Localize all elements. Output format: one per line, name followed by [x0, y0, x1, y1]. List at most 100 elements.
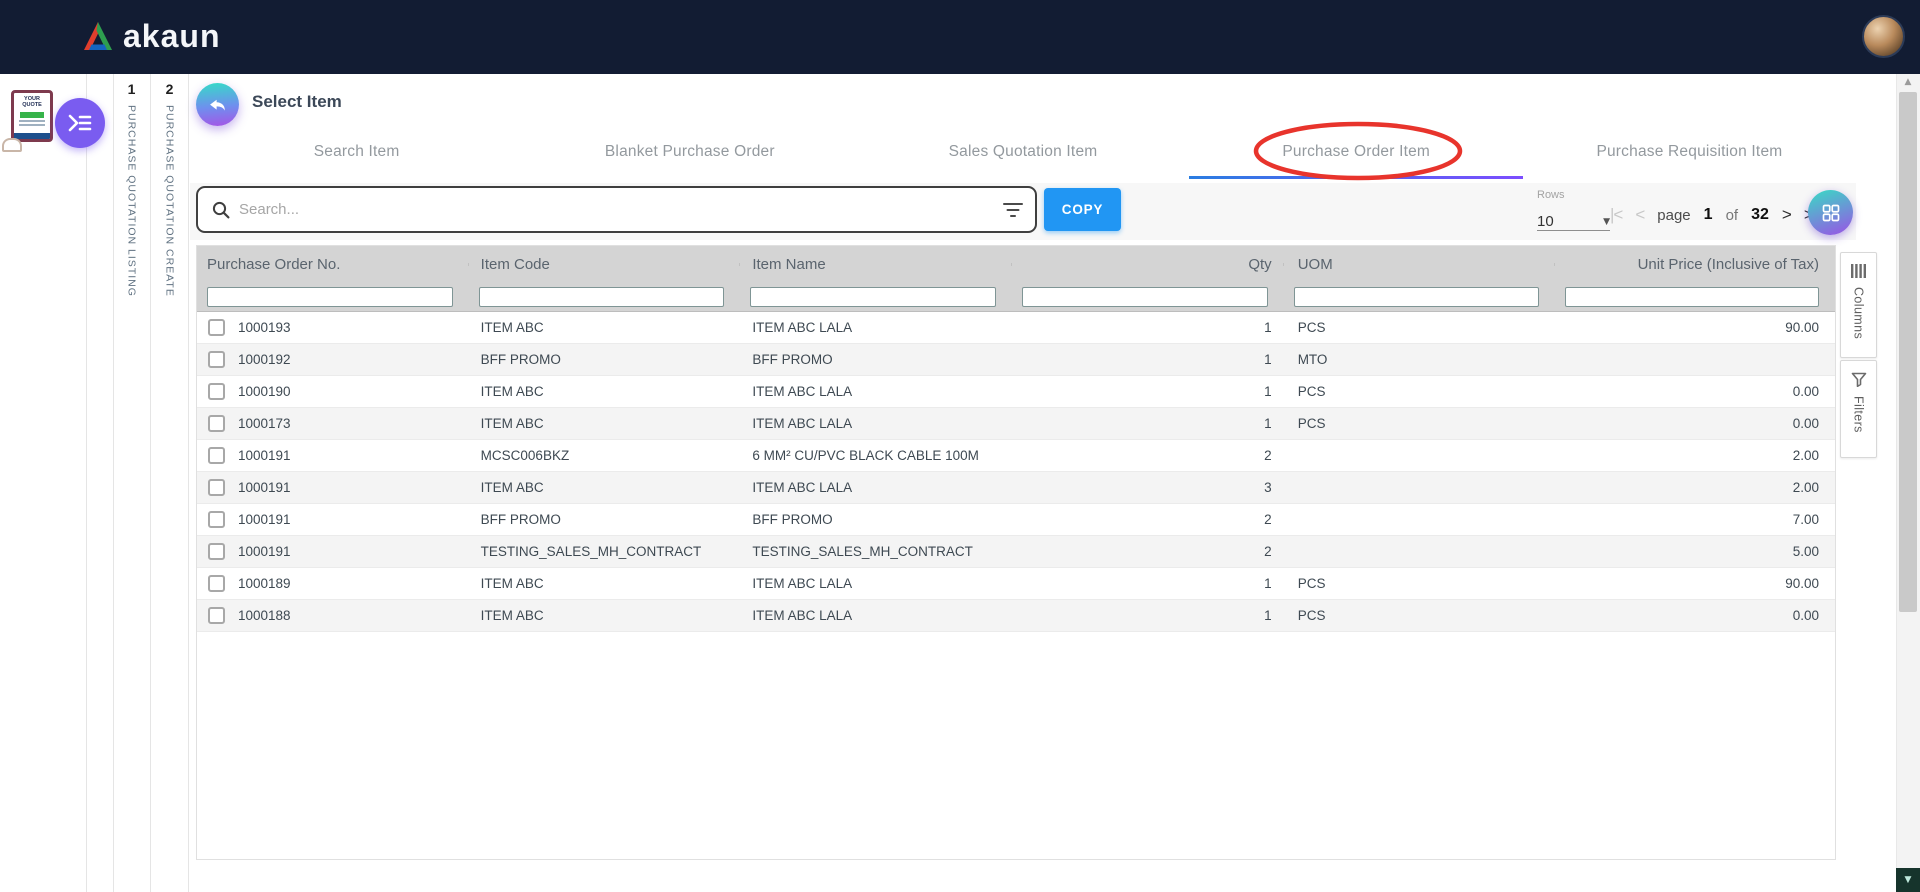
cell-purchase-order-no: 1000188 [197, 607, 469, 624]
item-source-tabs: Search ItemBlanket Purchase OrderSales Q… [190, 128, 1856, 180]
cell-unit-price: 0.00 [1555, 608, 1835, 623]
columns-icon [1851, 264, 1866, 278]
column-header-item-name[interactable]: Item Name [740, 256, 1012, 273]
tab-purchase-requisition-item[interactable]: Purchase Requisition Item [1523, 128, 1856, 180]
quote-green-bar [20, 112, 44, 118]
cell-uom: MTO [1284, 352, 1556, 367]
table-row[interactable]: 1000191 BFF PROMO BFF PROMO 2 7.00 [197, 504, 1835, 536]
user-avatar[interactable] [1862, 15, 1905, 58]
cell-item-code: MCSC006BKZ [469, 448, 741, 463]
table-row[interactable]: 1000190 ITEM ABC ITEM ABC LALA 1 PCS 0.0… [197, 376, 1835, 408]
quote-tablet-graphic: YOUR QUOTE [11, 90, 53, 142]
grid-view-button[interactable] [1808, 190, 1853, 235]
hand-graphic [2, 138, 22, 152]
cell-qty: 1 [1012, 416, 1284, 431]
rows-label: Rows [1537, 189, 1565, 201]
column-header-uom[interactable]: UOM [1284, 256, 1556, 273]
tab-purchase-order-item[interactable]: Purchase Order Item [1190, 128, 1523, 180]
cell-purchase-order-no: 1000191 [197, 447, 469, 464]
tab-sales-quotation-item[interactable]: Sales Quotation Item [856, 128, 1189, 180]
cell-purchase-order-no: 1000192 [197, 351, 469, 368]
column-header-unit-price[interactable]: Unit Price (Inclusive of Tax) [1555, 256, 1835, 273]
vertical-tab-purchase-quotation-create[interactable]: 2 PURCHASE QUOTATION CREATE [151, 74, 188, 892]
row-checkbox[interactable] [208, 511, 225, 528]
cell-item-code: ITEM ABC [469, 320, 741, 335]
tab-search-item[interactable]: Search Item [190, 128, 523, 180]
quote-line [19, 120, 45, 122]
filters-button[interactable]: Filters [1840, 360, 1877, 458]
next-page-button[interactable]: > [1782, 205, 1791, 225]
page-scrollbar-thumb[interactable] [1899, 92, 1917, 612]
table-row[interactable]: 1000173 ITEM ABC ITEM ABC LALA 1 PCS 0.0… [197, 408, 1835, 440]
active-tab-indicator [1189, 176, 1523, 179]
column-filter-row [197, 282, 1835, 312]
table-row[interactable]: 1000193 ITEM ABC ITEM ABC LALA 1 PCS 90.… [197, 312, 1835, 344]
cell-item-code: ITEM ABC [469, 480, 741, 495]
quote-app-icon[interactable]: YOUR QUOTE [6, 90, 58, 148]
rows-per-page-select[interactable]: 10 ▼ [1537, 206, 1610, 231]
cell-item-name: ITEM ABC LALA [740, 416, 1012, 431]
quote-bottom-bar [14, 133, 50, 139]
cell-qty: 1 [1012, 352, 1284, 367]
app-sidebar [0, 74, 86, 892]
filter-input-item-name[interactable] [750, 287, 996, 307]
copy-button[interactable]: COPY [1044, 188, 1121, 231]
cell-unit-price: 0.00 [1555, 384, 1835, 399]
filter-input-uom[interactable] [1294, 287, 1540, 307]
table-row[interactable]: 1000188 ITEM ABC ITEM ABC LALA 1 PCS 0.0… [197, 600, 1835, 632]
rows-per-page-value: 10 [1537, 213, 1554, 230]
filter-input-unit-price[interactable] [1565, 287, 1819, 307]
cell-qty: 2 [1012, 512, 1284, 527]
cell-unit-price: 0.00 [1555, 416, 1835, 431]
table-row[interactable]: 1000191 TESTING_SALES_MH_CONTRACT TESTIN… [197, 536, 1835, 568]
akaun-logo: akaun [82, 18, 220, 55]
scroll-down-button[interactable]: ▼ [1896, 868, 1920, 892]
table-row[interactable]: 1000189 ITEM ABC ITEM ABC LALA 1 PCS 90.… [197, 568, 1835, 600]
row-checkbox[interactable] [208, 351, 225, 368]
cell-qty: 2 [1012, 544, 1284, 559]
pagination: |< < page 1 of 32 > >| [1610, 202, 1816, 228]
columns-button[interactable]: Columns [1840, 252, 1877, 358]
akaun-triangle-icon [82, 21, 114, 53]
row-checkbox[interactable] [208, 415, 225, 432]
search-icon [212, 201, 230, 219]
scroll-up-arrow[interactable]: ▲ [1896, 77, 1920, 87]
row-checkbox[interactable] [208, 383, 225, 400]
tab-blanket-purchase-order[interactable]: Blanket Purchase Order [523, 128, 856, 180]
vertical-tab-purchase-quotation-listing[interactable]: 1 PURCHASE QUOTATION LISTING [113, 74, 150, 892]
filter-list-icon[interactable] [1003, 202, 1023, 218]
column-header-purchase-order-no[interactable]: Purchase Order No. [197, 256, 469, 273]
sidebar-toggle-button[interactable] [55, 98, 105, 148]
filter-input-purchase-order-no[interactable] [207, 287, 453, 307]
cell-uom: PCS [1284, 384, 1556, 399]
cell-unit-price: 90.00 [1555, 320, 1835, 335]
filter-input-qty[interactable] [1022, 287, 1268, 307]
po-number-text: 1000191 [238, 544, 291, 559]
table-row[interactable]: 1000191 ITEM ABC ITEM ABC LALA 3 2.00 [197, 472, 1835, 504]
row-checkbox[interactable] [208, 319, 225, 336]
column-header-qty[interactable]: Qty [1012, 256, 1284, 273]
vertical-tab-divider-3 [188, 74, 189, 892]
cell-qty: 1 [1012, 320, 1284, 335]
column-header-item-code[interactable]: Item Code [469, 256, 741, 273]
row-checkbox[interactable] [208, 543, 225, 560]
vertical-tab-label: PURCHASE QUOTATION CREATE [164, 105, 176, 297]
cell-purchase-order-no: 1000191 [197, 479, 469, 496]
row-checkbox[interactable] [208, 607, 225, 624]
cell-purchase-order-no: 1000193 [197, 319, 469, 336]
table-row[interactable]: 1000191 MCSC006BKZ 6 MM² CU/PVC BLACK CA… [197, 440, 1835, 472]
prev-page-button[interactable]: < [1635, 205, 1644, 225]
row-checkbox[interactable] [208, 479, 225, 496]
back-button[interactable] [196, 83, 239, 126]
cell-unit-price: 7.00 [1555, 512, 1835, 527]
table-header-row: Purchase Order No. Item Code Item Name Q… [197, 246, 1835, 282]
cell-unit-price: 2.00 [1555, 480, 1835, 495]
table-row[interactable]: 1000192 BFF PROMO BFF PROMO 1 MTO [197, 344, 1835, 376]
row-checkbox[interactable] [208, 575, 225, 592]
cell-item-code: BFF PROMO [469, 352, 741, 367]
search-input[interactable] [239, 201, 1003, 218]
table-body: 1000193 ITEM ABC ITEM ABC LALA 1 PCS 90.… [197, 312, 1835, 632]
filter-input-item-code[interactable] [479, 287, 725, 307]
first-page-button[interactable]: |< [1610, 205, 1622, 225]
row-checkbox[interactable] [208, 447, 225, 464]
